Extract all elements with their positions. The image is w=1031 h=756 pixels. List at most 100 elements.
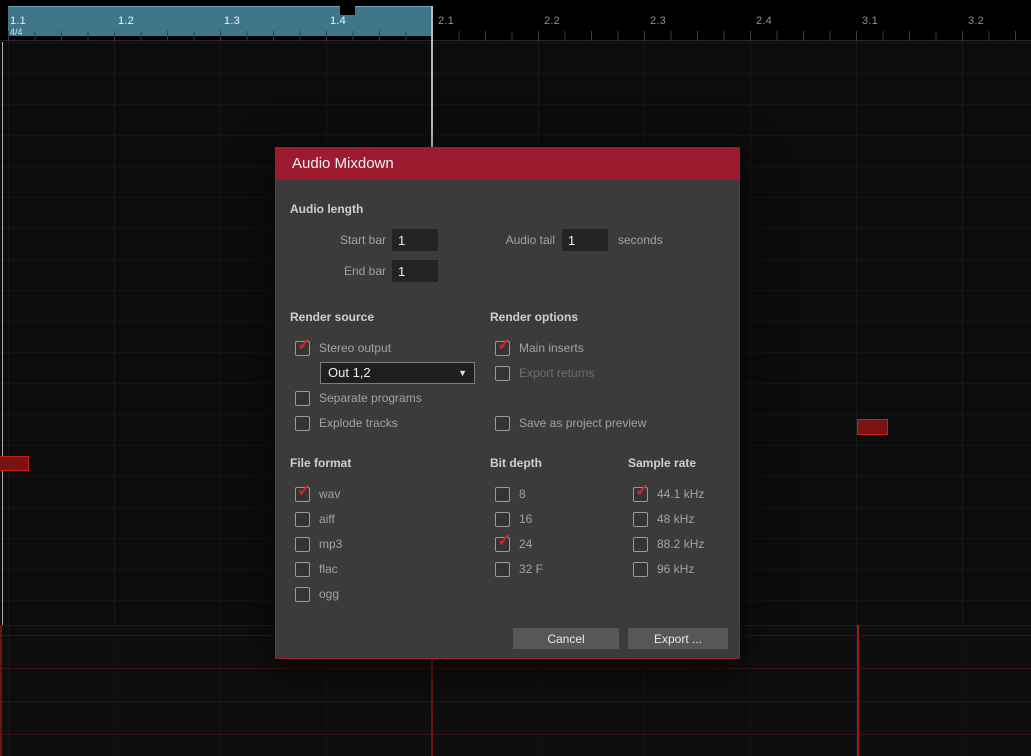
bar-number: 2.3 [650,15,666,27]
checkbox-label: 44.1 kHz [657,487,705,501]
checkbox-ogg[interactable]: ✓ ogg [295,583,339,605]
checkbox-label: aiff [319,512,335,526]
checkbox-stereo-output[interactable]: ✓ Stereo output [295,335,392,359]
checkbox-rate-96[interactable]: ✓ 96 kHz [633,558,694,580]
checkbox-box: ✓ [495,531,511,552]
checkbox-separate-programs[interactable]: ✓ Separate programs [295,387,422,409]
checkbox-box: ✓ [295,586,310,602]
checkbox-box: ✓ [495,335,511,356]
check-icon: ✓ [297,334,312,354]
checkbox-box: ✓ [295,481,311,502]
ruler-tick-marks [0,31,1031,41]
start-bar-label: Start bar [339,233,386,247]
checkbox-flac[interactable]: ✓ flac [295,558,338,580]
checkbox-label: mp3 [319,537,343,551]
checkbox-box: ✓ [495,511,510,527]
checkbox-box: ✓ [495,365,510,381]
sequence-end-marker[interactable] [340,6,355,15]
checkbox-bit-24[interactable]: ✓ 24 [495,531,533,555]
checkbox-box: ✓ [633,561,648,577]
bar-number: 1.4 [330,15,346,27]
checkbox-label: 96 kHz [657,562,695,576]
checkbox-box: ✓ [633,536,648,552]
checkbox-aiff[interactable]: ✓ aiff [295,508,335,530]
check-icon: ✓ [497,334,512,354]
checkbox-label: 24 [519,537,533,551]
file-format-heading: File format [290,456,352,470]
export-button[interactable]: Export ... [628,628,728,649]
checkbox-label: 48 kHz [657,512,695,526]
checkbox-box: ✓ [295,390,310,406]
audio-tail-input[interactable] [562,229,608,251]
checkbox-box: ✓ [295,536,310,552]
cancel-button[interactable]: Cancel [513,628,619,649]
bar-number: 2.1 [438,15,454,27]
check-icon: ✓ [635,480,650,500]
bar-number: 2.4 [756,15,772,27]
audio-clip[interactable] [857,419,888,435]
checkbox-box: ✓ [295,561,310,577]
checkbox-mp3[interactable]: ✓ mp3 [295,533,342,555]
checkbox-rate-48[interactable]: ✓ 48 kHz [633,508,694,530]
checkbox-box: ✓ [633,511,648,527]
checkbox-label: Explode tracks [319,416,398,430]
output-dropdown-value: Out 1,2 [328,365,371,380]
checkbox-label: 32 F [519,562,544,576]
checkbox-bit-32f[interactable]: ✓ 32 F [495,558,543,580]
playhead-line [2,42,3,625]
audio-clip[interactable] [0,456,29,471]
checkbox-box: ✓ [495,561,510,577]
checkbox-box: ✓ [495,415,510,431]
checkbox-label: flac [319,562,338,576]
checkbox-label: Save as project preview [519,416,647,430]
checkbox-main-inserts[interactable]: ✓ Main inserts [495,335,584,359]
dialog-titlebar[interactable]: Audio Mixdown [276,148,739,180]
bar-number: 1.1 [10,15,26,27]
checkbox-rate-88-2[interactable]: ✓ 88.2 kHz [633,533,704,555]
daw-workspace: 1.1 1.2 1.3 1.4 2.1 2.2 2.3 2.4 3.1 3.2 … [0,0,1031,756]
checkbox-box: ✓ [295,511,310,527]
clip-boundary-line [0,625,2,756]
end-bar-input[interactable] [392,260,438,282]
end-bar-label: End bar [343,264,386,278]
check-icon: ✓ [497,530,512,550]
output-dropdown[interactable]: Out 1,2 ▼ [320,362,475,384]
time-signature: 4/4 [10,27,23,37]
audio-tail-unit: seconds [618,233,663,247]
checkbox-label: 8 [519,487,526,501]
checkbox-bit-16[interactable]: ✓ 16 [495,508,532,530]
checkbox-label: Stereo output [319,341,392,355]
check-icon: ✓ [297,480,312,500]
checkbox-label: wav [319,487,341,501]
checkbox-label: Separate programs [319,391,422,405]
checkbox-bit-8[interactable]: ✓ 8 [495,483,526,505]
dialog-title: Audio Mixdown [292,155,394,172]
checkbox-wav[interactable]: ✓ wav [295,481,341,505]
checkbox-label: Export returns [519,366,595,380]
bar-number: 2.2 [544,15,560,27]
timeline-ruler[interactable]: 1.1 1.2 1.3 1.4 2.1 2.2 2.3 2.4 3.1 3.2 … [0,0,1031,41]
chevron-down-icon: ▼ [458,368,467,378]
checkbox-save-as-project-preview[interactable]: ✓ Save as project preview [495,412,646,434]
bar-number: 1.2 [118,15,134,27]
checkbox-box: ✓ [295,335,311,356]
sample-rate-heading: Sample rate [628,456,697,470]
audio-length-heading: Audio length [290,202,364,216]
checkbox-label: 88.2 kHz [657,537,705,551]
bar-number: 3.1 [862,15,878,27]
checkbox-label: 16 [519,512,533,526]
checkbox-label: ogg [319,587,340,601]
checkbox-box: ✓ [495,486,510,502]
bar-number: 1.3 [224,15,240,27]
checkbox-box: ✓ [633,481,649,502]
checkbox-export-returns[interactable]: ✓ Export returns [495,362,594,384]
clip-boundary-line [857,625,859,756]
checkbox-rate-44-1[interactable]: ✓ 44.1 kHz [633,481,705,505]
checkbox-box: ✓ [295,415,310,431]
render-source-heading: Render source [290,310,375,324]
audio-mixdown-dialog: Audio Mixdown Audio length Start bar Aud… [276,148,739,658]
audio-tail-label: Audio tail [505,233,555,247]
checkbox-explode-tracks[interactable]: ✓ Explode tracks [295,412,398,434]
render-options-heading: Render options [490,310,579,324]
start-bar-input[interactable] [392,229,438,251]
